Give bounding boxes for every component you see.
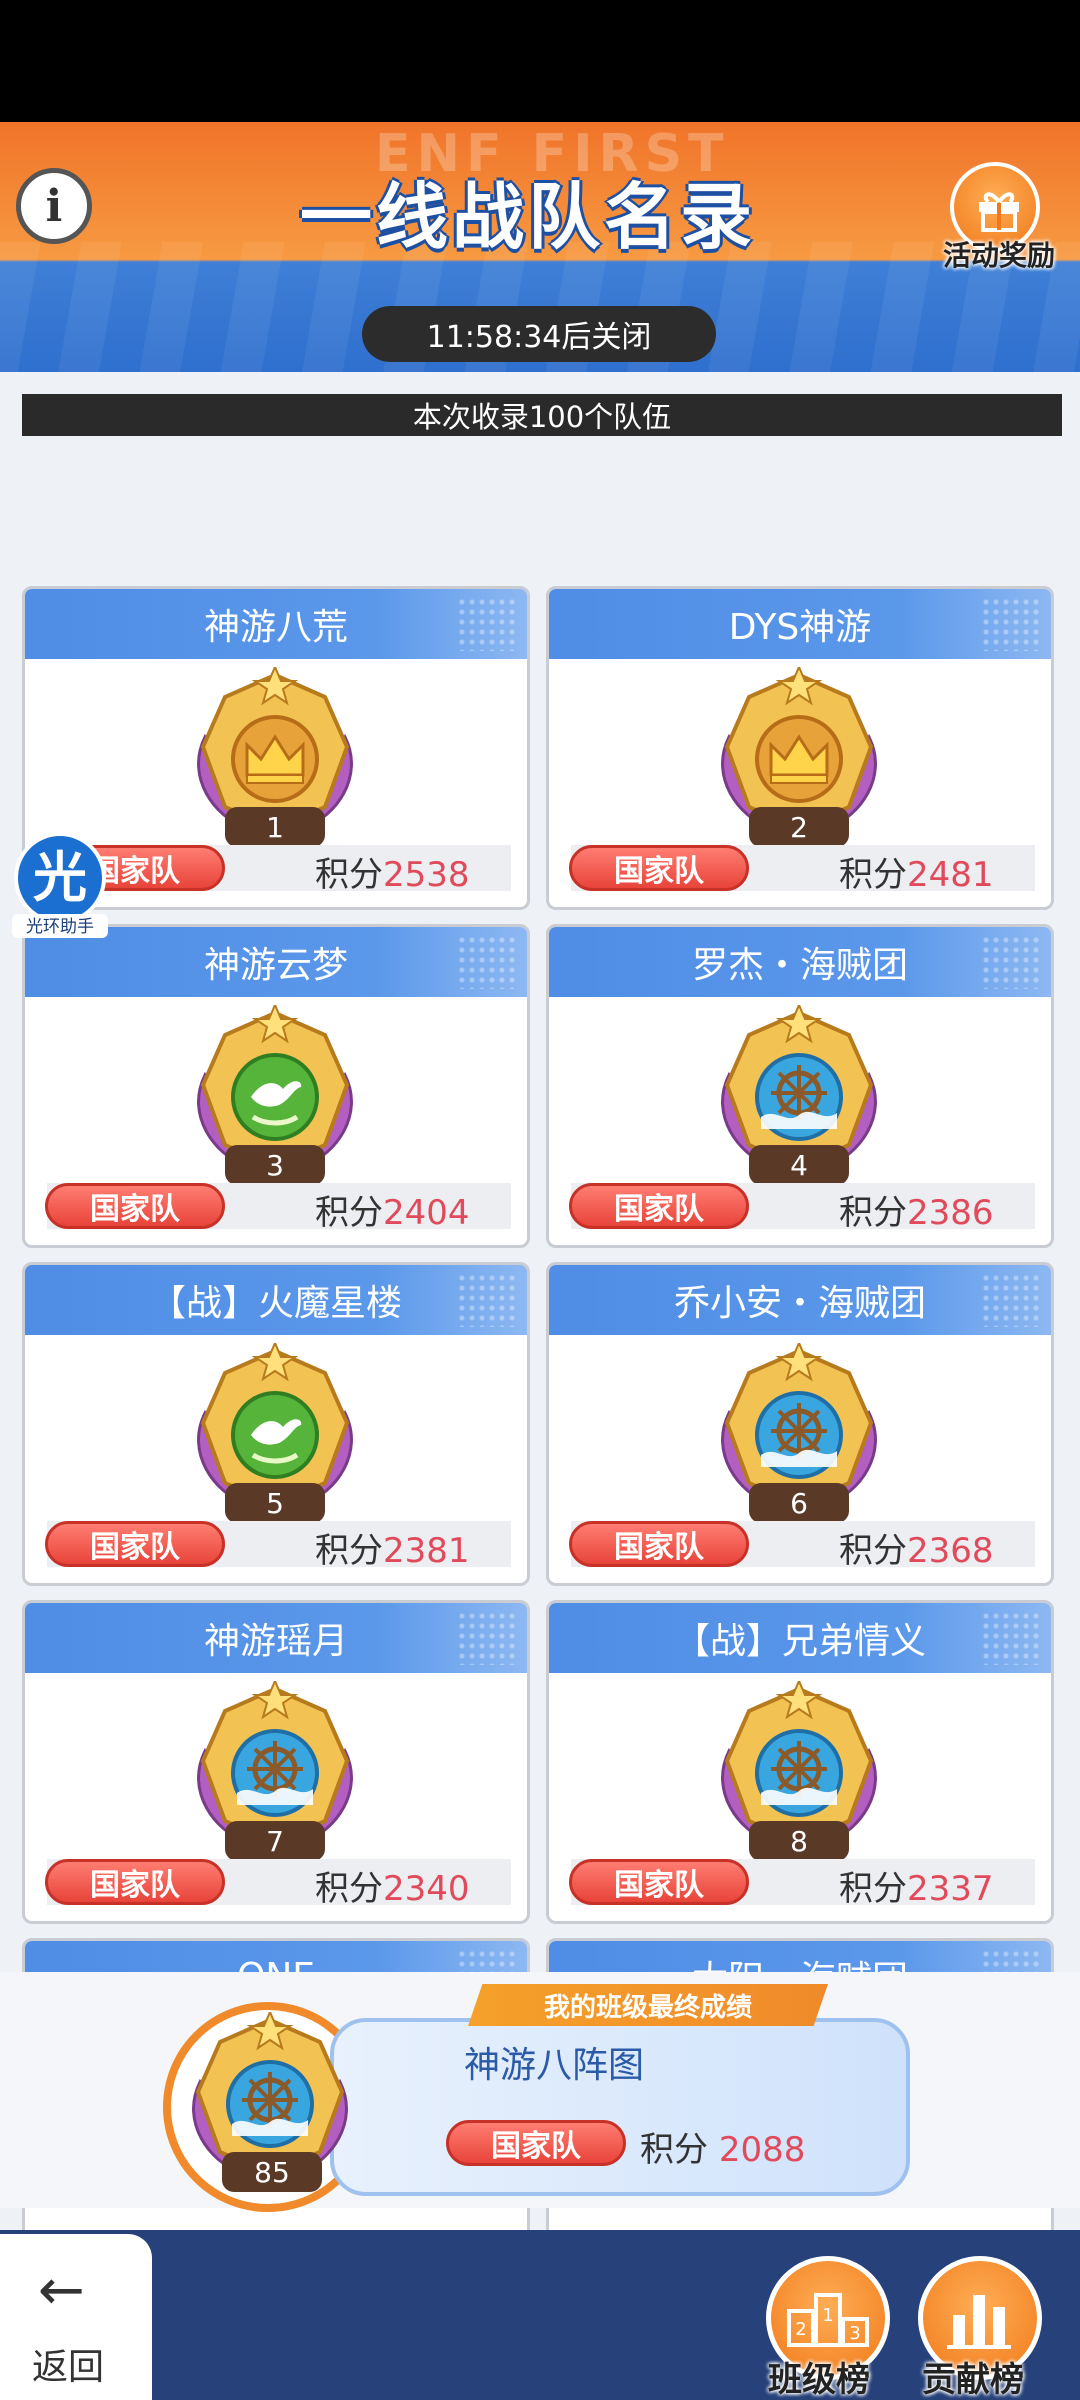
class-rank-label[interactable]: 班级榜 <box>768 2352 870 2400</box>
score-label: 积分 <box>839 1869 907 1909</box>
team-score: 积分2404 <box>315 1185 470 1234</box>
team-score: 积分2481 <box>839 847 994 896</box>
reward-label[interactable]: 活动奖励 <box>924 234 1074 274</box>
team-name: 【战】兄弟情义 <box>549 1603 1051 1673</box>
team-name: 罗杰・海贼团 <box>549 927 1051 997</box>
score-label: 积分 <box>839 1193 907 1233</box>
helper-glyph: 光 <box>33 846 87 909</box>
score-value: 2381 <box>383 1531 470 1571</box>
floating-helper-icon[interactable]: 光 光环助手 <box>0 830 120 940</box>
info-icon: i <box>45 180 63 232</box>
score-value: 2368 <box>907 1531 994 1571</box>
my-score-label: 积分 <box>640 2130 708 2170</box>
team-rank: 5 <box>225 1483 325 1523</box>
team-card[interactable]: DYS神游 2 国家队 积分2481 <box>546 586 1054 910</box>
my-score-value: 2088 <box>718 2130 806 2170</box>
team-rank: 6 <box>749 1483 849 1523</box>
helper-label: 光环助手 <box>26 917 94 937</box>
my-team-score: 积分 2088 <box>640 2122 805 2171</box>
team-tag: 国家队 <box>569 845 749 891</box>
record-info-bar: 本次收录100个队伍 <box>22 394 1062 436</box>
score-value: 2386 <box>907 1193 994 1233</box>
team-score: 积分2381 <box>315 1523 470 1572</box>
team-score: 积分2368 <box>839 1523 994 1572</box>
countdown-timer: 11:58:34后关闭 <box>362 306 716 362</box>
svg-text:3: 3 <box>849 2323 860 2344</box>
svg-text:2: 2 <box>795 2319 806 2340</box>
team-card[interactable]: 【战】火魔星楼 5 国家队 积分2381 <box>22 1262 530 1586</box>
info-button[interactable]: i <box>16 168 92 244</box>
score-value: 2404 <box>383 1193 470 1233</box>
score-value: 2340 <box>383 1869 470 1909</box>
team-card[interactable]: 神游瑶月 7 国家队 积分2340 <box>22 1600 530 1924</box>
score-label: 积分 <box>315 1869 383 1909</box>
score-label: 积分 <box>839 855 907 895</box>
gift-icon <box>979 192 1019 232</box>
team-tag: 国家队 <box>569 1183 749 1229</box>
my-team-name: 神游八阵图 <box>464 2045 645 2086</box>
team-tag: 国家队 <box>45 1183 225 1229</box>
team-rank: 7 <box>225 1821 325 1861</box>
team-tag: 国家队 <box>569 1859 749 1905</box>
score-value: 2538 <box>383 855 470 895</box>
team-card[interactable]: 乔小安・海贼团 6 国家队 积分2368 <box>546 1262 1054 1586</box>
team-name: DYS神游 <box>549 589 1051 659</box>
team-card[interactable]: 罗杰・海贼团 4 国家队 积分2386 <box>546 924 1054 1248</box>
score-label: 积分 <box>315 855 383 895</box>
team-name: 神游瑶月 <box>25 1603 527 1673</box>
page-title: 一线战队名录 <box>300 175 757 259</box>
svg-text:1: 1 <box>822 2305 833 2326</box>
team-rank: 1 <box>225 807 325 847</box>
back-label[interactable]: 返回 <box>32 2338 104 2390</box>
score-label: 积分 <box>315 1531 383 1571</box>
team-rank: 8 <box>749 1821 849 1861</box>
my-team-rank: 85 <box>222 2152 322 2192</box>
back-arrow-icon: ← <box>38 2258 85 2323</box>
score-value: 2337 <box>907 1869 994 1909</box>
score-label: 积分 <box>315 1193 383 1233</box>
my-team-tag: 国家队 <box>446 2120 626 2166</box>
team-score: 积分2386 <box>839 1185 994 1234</box>
team-name: 神游八荒 <box>25 589 527 659</box>
team-name: 【战】火魔星楼 <box>25 1265 527 1335</box>
team-name: 乔小安・海贼团 <box>549 1265 1051 1335</box>
my-team-ribbon: 我的班级最终成绩 <box>468 1984 828 2026</box>
team-card[interactable]: 神游云梦 3 国家队 积分2404 <box>22 924 530 1248</box>
team-rank: 3 <box>225 1145 325 1185</box>
score-label: 积分 <box>839 1531 907 1571</box>
team-tag: 国家队 <box>569 1521 749 1567</box>
team-rank: 4 <box>749 1145 849 1185</box>
team-score: 积分2538 <box>315 847 470 896</box>
team-tag: 国家队 <box>45 1859 225 1905</box>
score-value: 2481 <box>907 855 994 895</box>
team-score: 积分2337 <box>839 1861 994 1910</box>
header: ENF FIRST 一线战队名录 i 活动奖励 11:58:34后关闭 <box>0 122 1080 372</box>
app-root: ENF FIRST 一线战队名录 i 活动奖励 11:58:34后关闭 本次收录… <box>0 122 1080 2400</box>
team-card[interactable]: 【战】兄弟情义 8 国家队 积分2337 <box>546 1600 1054 1924</box>
team-rank: 2 <box>749 807 849 847</box>
contribution-rank-label[interactable]: 贡献榜 <box>922 2352 1024 2400</box>
team-score: 积分2340 <box>315 1861 470 1910</box>
team-tag: 国家队 <box>45 1521 225 1567</box>
